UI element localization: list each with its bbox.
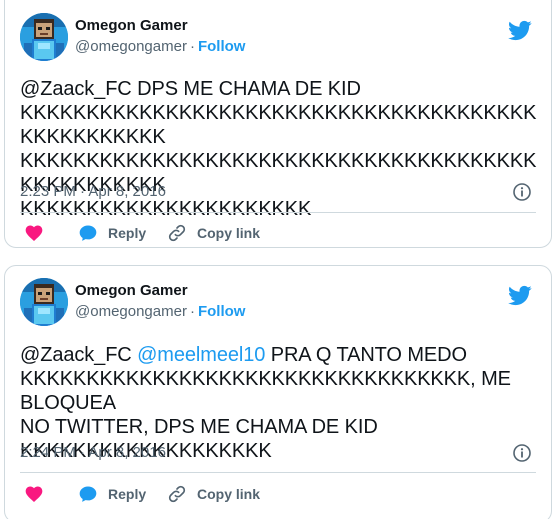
author-handle[interactable]: @omegongamer bbox=[75, 303, 187, 320]
tweet-card[interactable]: Omegon Gamer @omegongamer · Follow @Zaack_… bbox=[4, 0, 552, 248]
tweet-text-line: @Zaack_FC @meelmeel10 PRA Q TANTO MEDO bbox=[20, 343, 541, 367]
tweet-timestamp[interactable]: 2:24 PM · Apr 8, 2016 bbox=[20, 444, 166, 461]
mention-link[interactable]: @meelmeel10 bbox=[137, 344, 265, 366]
copy-link-button[interactable]: Copy link bbox=[167, 482, 260, 506]
reply-label: Reply bbox=[108, 225, 147, 241]
follow-button[interactable]: Follow bbox=[198, 303, 246, 320]
author-display-name[interactable]: Omegon Gamer bbox=[75, 281, 245, 301]
avatar[interactable] bbox=[20, 13, 68, 61]
tweet-timestamp[interactable]: 2:23 PM · Apr 8, 2016 bbox=[20, 183, 166, 200]
tweet-text-segment: @Zaack_FC bbox=[20, 344, 138, 366]
tweet-card[interactable]: Omegon Gamer @omegongamer · Follow @Zaack_… bbox=[4, 265, 552, 519]
author-block: Omegon Gamer @omegongamer · Follow bbox=[75, 281, 245, 322]
tweet-meta: 2:24 PM · Apr 8, 2016 bbox=[20, 443, 536, 463]
reply-label: Reply bbox=[108, 486, 147, 502]
tweet-text-line: @Zaack_FC DPS ME CHAMA DE KID bbox=[20, 78, 361, 100]
tweet-actions: Reply Copy link bbox=[20, 221, 536, 245]
divider bbox=[20, 212, 536, 213]
like-button[interactable] bbox=[24, 221, 44, 245]
separator-dot: · bbox=[189, 38, 195, 55]
link-icon bbox=[168, 485, 186, 503]
heart-icon bbox=[25, 225, 43, 241]
link-icon bbox=[168, 224, 186, 242]
info-icon[interactable] bbox=[512, 182, 532, 202]
avatar[interactable] bbox=[20, 278, 68, 326]
comment-icon bbox=[79, 225, 97, 241]
comment-icon bbox=[79, 486, 97, 502]
author-block: Omegon Gamer @omegongamer · Follow bbox=[75, 16, 245, 57]
reply-button[interactable]: Reply bbox=[78, 482, 146, 506]
follow-button[interactable]: Follow bbox=[198, 38, 246, 55]
separator-dot: · bbox=[189, 303, 195, 320]
copy-link-label: Copy link bbox=[197, 486, 261, 502]
reply-button[interactable]: Reply bbox=[78, 221, 146, 245]
tweet-actions: Reply Copy link bbox=[20, 482, 536, 506]
heart-icon bbox=[25, 486, 43, 502]
info-icon[interactable] bbox=[512, 443, 532, 463]
twitter-bird-icon[interactable] bbox=[508, 283, 532, 307]
author-handle[interactable]: @omegongamer bbox=[75, 38, 187, 55]
like-button[interactable] bbox=[24, 482, 44, 506]
copy-link-button[interactable]: Copy link bbox=[167, 221, 260, 245]
author-handle-row: @omegongamer · Follow bbox=[75, 37, 245, 57]
author-display-name[interactable]: Omegon Gamer bbox=[75, 16, 245, 36]
tweet-header: Omegon Gamer @omegongamer · Follow bbox=[20, 1, 536, 61]
tweet-meta: 2:23 PM · Apr 8, 2016 bbox=[20, 182, 536, 202]
tweet-header: Omegon Gamer @omegongamer · Follow bbox=[20, 266, 536, 326]
divider bbox=[20, 472, 536, 473]
twitter-bird-icon[interactable] bbox=[508, 18, 532, 42]
tweet-text-line: KKKKKKKKKKKKKKKKKKKKKKKKKKKKKKKKKK, ME B… bbox=[20, 368, 511, 414]
tweet-text-line: KKKKKKKKKKKKKKKKKKKKKKKKKKKKKKKKKKKKKKKK… bbox=[20, 102, 537, 148]
tweet-text-line: NO TWITTER, DPS ME CHAMA DE KID bbox=[20, 416, 378, 438]
tweet-text-segment: PRA Q TANTO MEDO bbox=[265, 344, 467, 366]
author-handle-row: @omegongamer · Follow bbox=[75, 302, 245, 322]
copy-link-label: Copy link bbox=[197, 225, 261, 241]
